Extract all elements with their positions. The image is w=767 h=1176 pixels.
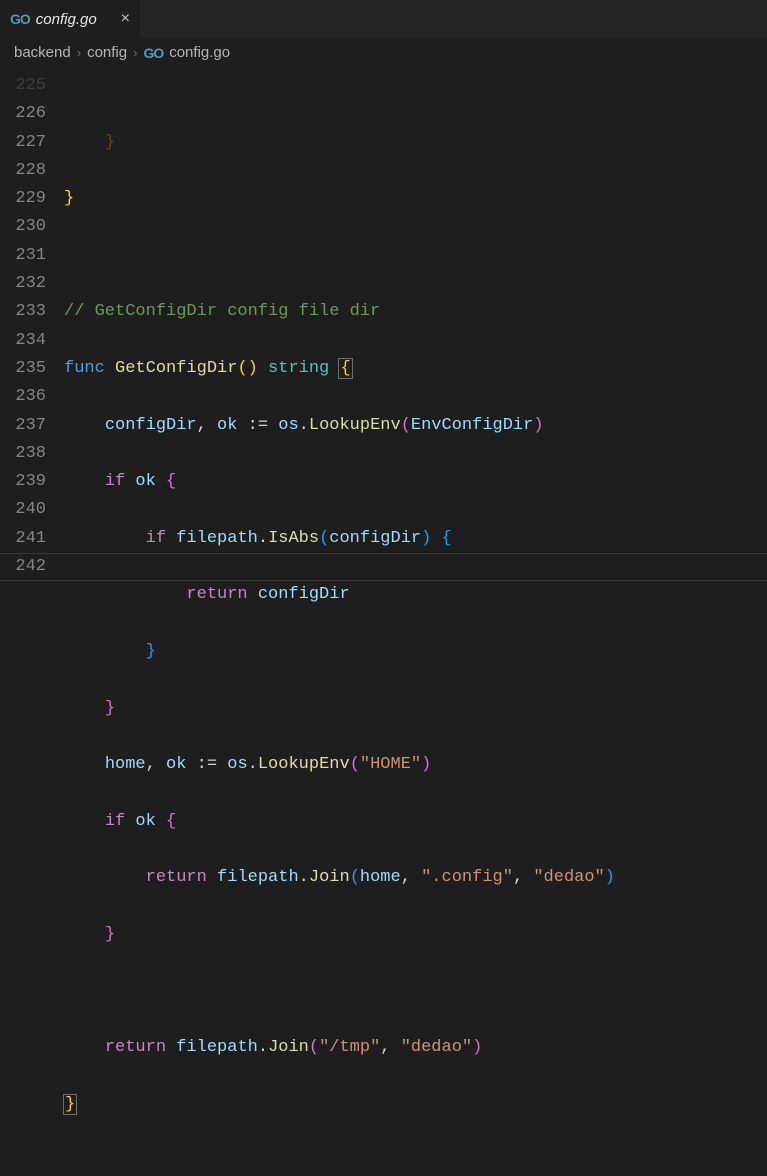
breadcrumb: backend › config › GO config.go — [0, 38, 767, 70]
line-number: 239 — [0, 468, 46, 496]
line-number: 232 — [0, 270, 46, 298]
line-number: 238 — [0, 440, 46, 468]
crumb-file[interactable]: config.go — [169, 44, 230, 61]
tab-bar: GO config.go × — [0, 0, 767, 38]
line-number: 226 — [0, 100, 46, 128]
line-number: 225 — [0, 72, 46, 100]
chevron-right-icon: › — [77, 45, 81, 60]
line-number: 227 — [0, 129, 46, 157]
close-icon[interactable]: × — [121, 10, 130, 28]
line-number: 242 — [0, 553, 46, 581]
line-number: 240 — [0, 496, 46, 524]
line-number: 233 — [0, 298, 46, 326]
chevron-right-icon: › — [133, 45, 137, 60]
code-editor[interactable]: 225 226227228229230231232233234235236237… — [0, 70, 767, 1176]
code-content[interactable]: } } // GetConfigDir config file dir func… — [64, 72, 767, 1176]
line-number: 230 — [0, 213, 46, 241]
line-number: 241 — [0, 525, 46, 553]
go-lang-icon: GO — [143, 45, 163, 61]
line-gutter: 225 226227228229230231232233234235236237… — [0, 72, 64, 1176]
line-number: 235 — [0, 355, 46, 383]
line-number: 236 — [0, 383, 46, 411]
line-number: 228 — [0, 157, 46, 185]
crumb-backend[interactable]: backend — [14, 44, 71, 61]
tab-filename: config.go — [36, 11, 97, 28]
line-number: 231 — [0, 242, 46, 270]
line-number: 229 — [0, 185, 46, 213]
line-number: 234 — [0, 327, 46, 355]
line-number: 237 — [0, 412, 46, 440]
go-lang-icon: GO — [10, 11, 30, 27]
file-tab[interactable]: GO config.go × — [0, 0, 140, 38]
active-line-highlight — [0, 553, 767, 581]
crumb-config[interactable]: config — [87, 44, 127, 61]
